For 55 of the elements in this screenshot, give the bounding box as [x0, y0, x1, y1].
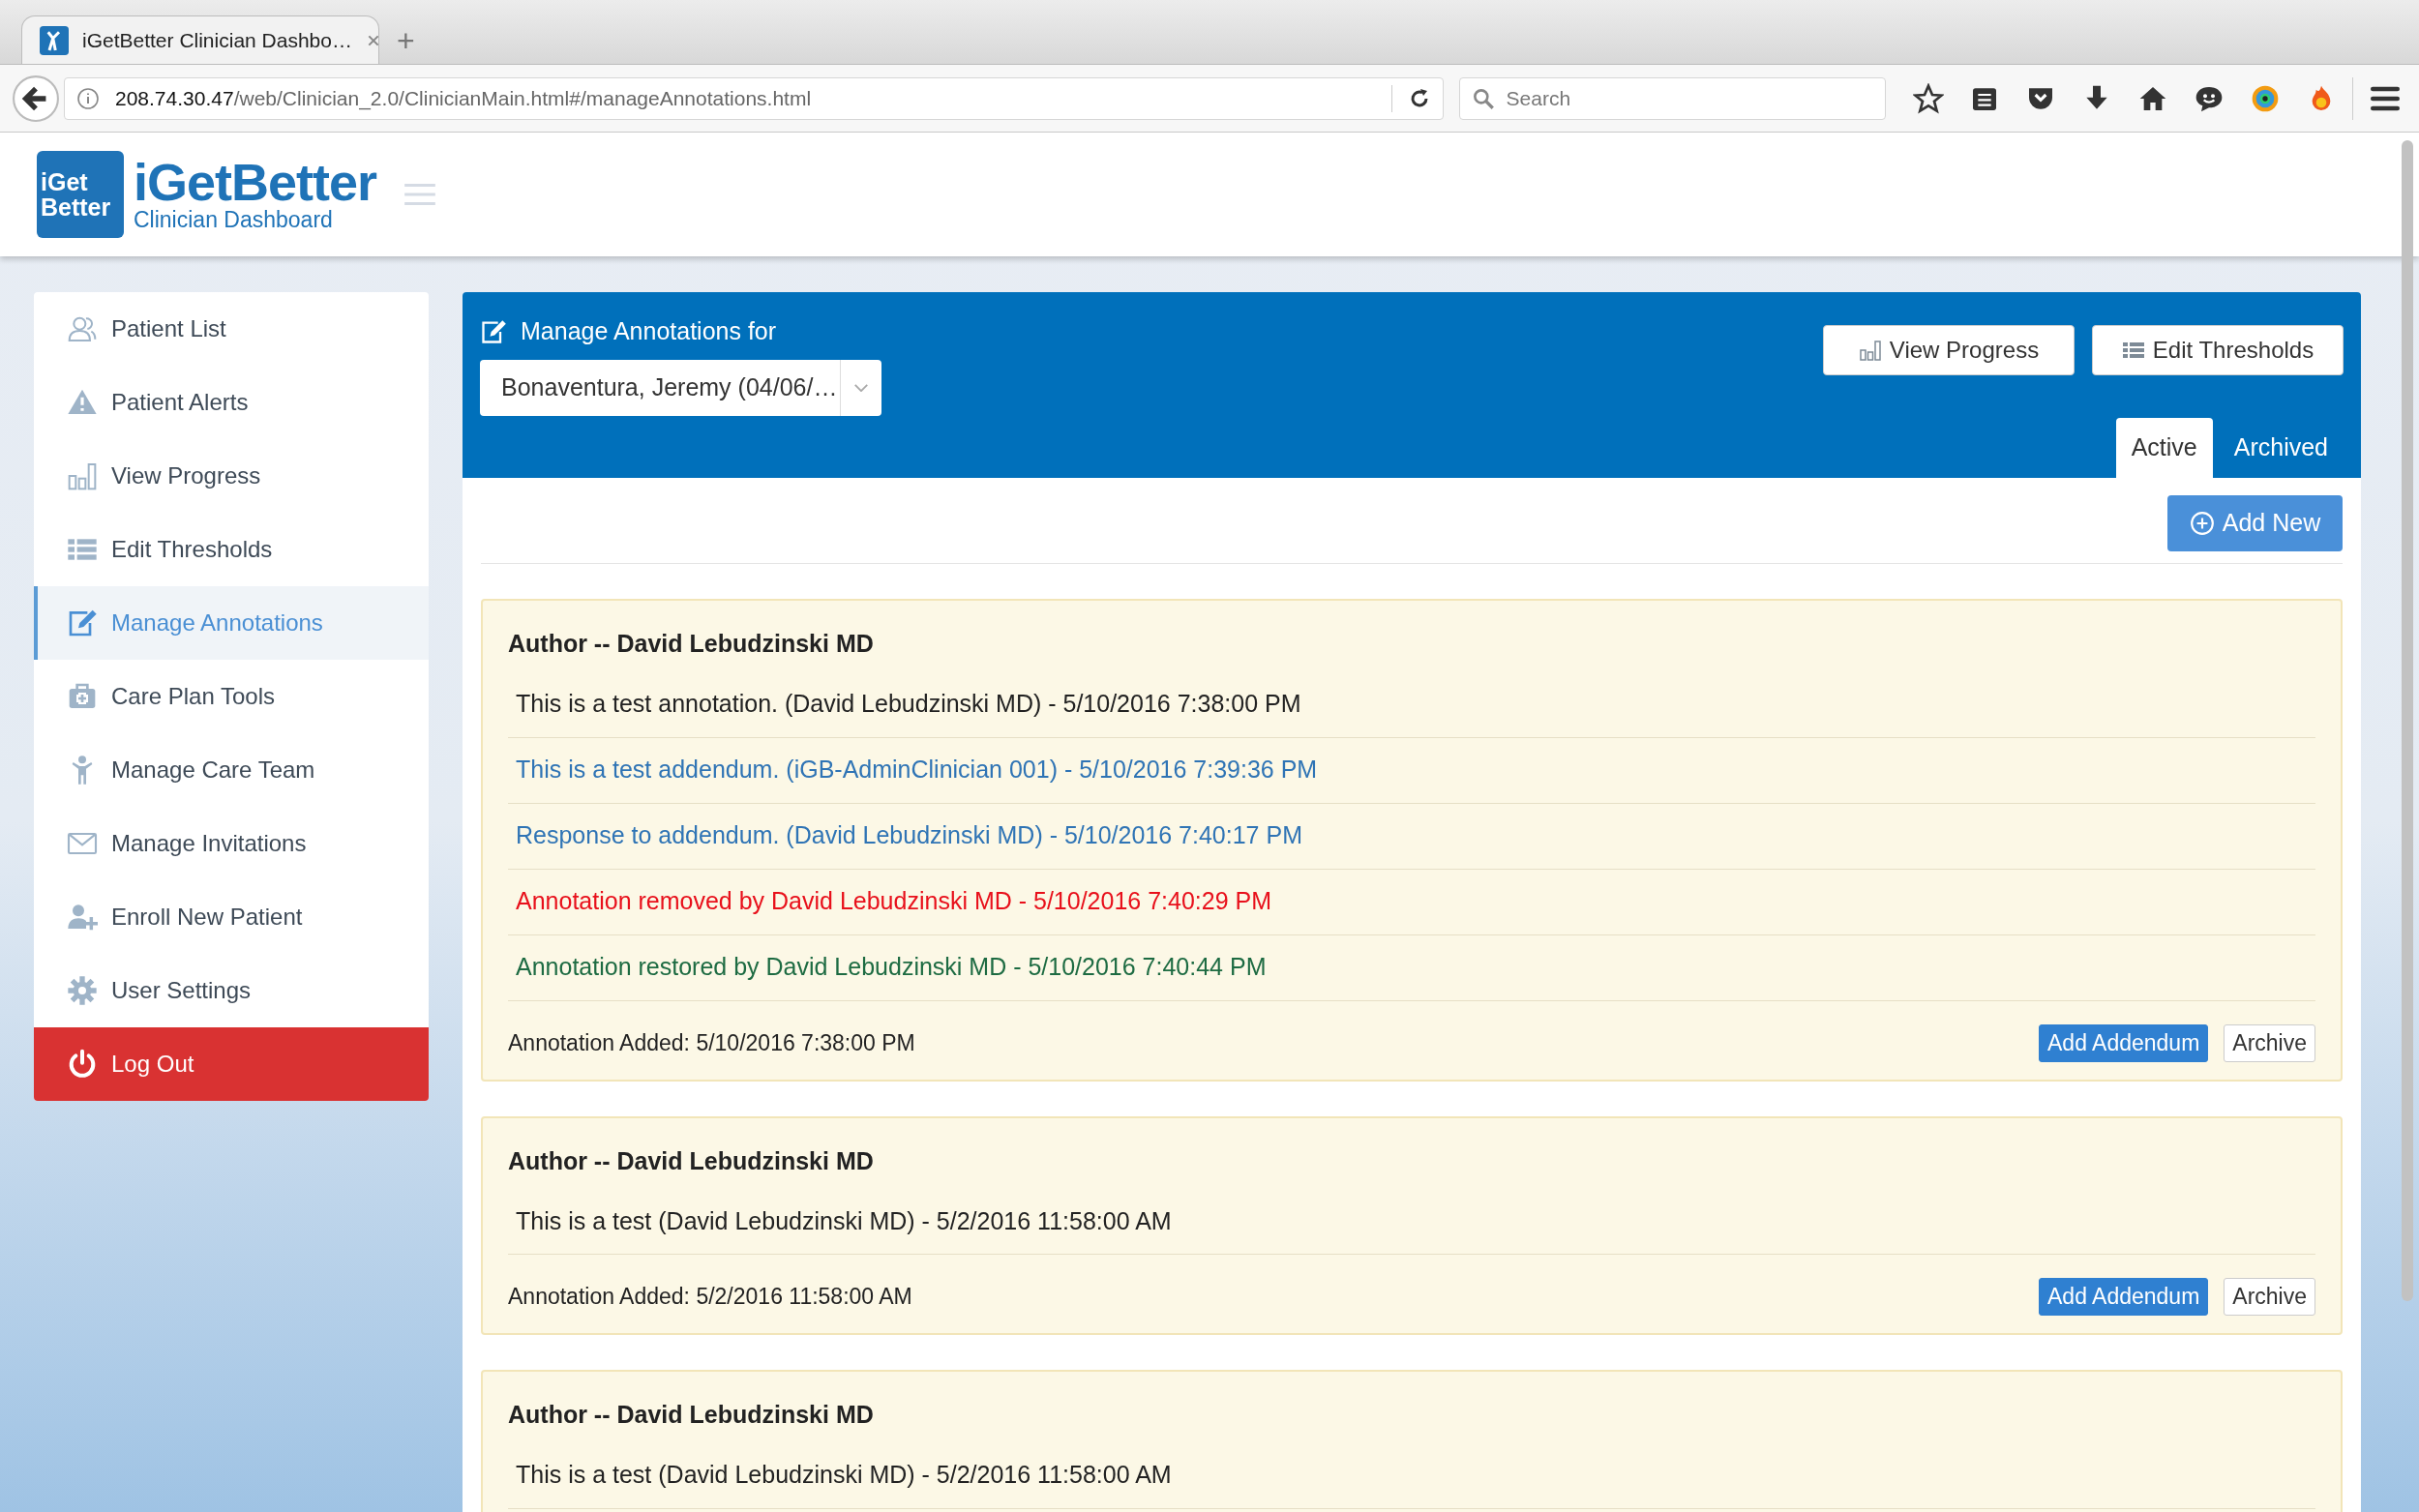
annotation-entry: This is a test addendum. (iGB-AdminClinician 001) - 5/10/2016 7:39:36 PM [508, 737, 2315, 804]
edit-icon [67, 608, 98, 638]
bar-chart-icon [67, 460, 98, 491]
sidebar-item[interactable]: Patient List [34, 292, 429, 366]
annotation-entry: This is a test (David Lebudzinski MD) - 5/2/2016 11:58:00 AM [508, 1189, 2315, 1255]
archive-button[interactable]: Archive [2224, 1278, 2315, 1316]
edit-icon [480, 317, 507, 345]
logout-button[interactable]: Log Out [34, 1027, 429, 1101]
add-user-icon [67, 902, 98, 933]
gear-icon [67, 975, 98, 1006]
add-addendum-button[interactable]: Add Addendum [2039, 1278, 2209, 1316]
tab[interactable]: Archived [2218, 418, 2344, 478]
sidebar-item[interactable]: Manage Care Team [34, 733, 429, 807]
annotation-author: Author -- David Lebudzinski MD [508, 629, 875, 659]
annotation-author: Author -- David Lebudzinski MD [508, 1145, 875, 1176]
sidebar-item[interactable]: Care Plan Tools [34, 660, 429, 733]
tab[interactable]: Active [2115, 418, 2213, 478]
header-button[interactable]: Edit Thresholds [2092, 325, 2344, 375]
favicon-icon [40, 25, 69, 55]
bookmark-star-icon[interactable] [1913, 82, 1944, 114]
annotation-entry: Annotation restored by David Lebudzinski MD - 5/10/2016 7:40:44 PM [508, 934, 2315, 1001]
browser-tab[interactable]: iGetBetter Clinician Dashbo… [21, 15, 379, 64]
bar-chart-icon [1858, 339, 1882, 362]
scrollbar[interactable] [2402, 140, 2413, 1301]
sidebar-item[interactable]: Patient Alerts [34, 366, 429, 439]
plus-circle-icon [2189, 511, 2215, 536]
chevron-down-icon [854, 383, 868, 392]
search-field[interactable]: Search [1458, 76, 1886, 120]
annotation-entry: Response to addendum. (David Lebudzinski MD) - 5/10/2016 7:40:17 PM [508, 803, 2315, 870]
panel-title: Manage Annotations for [521, 316, 777, 346]
annotation-date: Annotation Added: 5/10/2016 7:38:00 PM [508, 1028, 915, 1057]
annotation-date: Annotation Added: 5/2/2016 11:58:00 AM [508, 1283, 912, 1312]
address-bar[interactable]: 208.74.30.47/web/Clinician_2.0/ClinicianMain.html#/manageAnnotations.html [64, 76, 1444, 120]
logo-badge-text: iGet [41, 169, 88, 194]
annotation-entry: Annotation removed by David Lebudzinski MD - 5/10/2016 7:40:29 PM [508, 869, 2315, 935]
url-text: 208.74.30.47/web/Clinician_2.0/ClinicianMain.html#/manageAnnotations.html [115, 85, 813, 112]
header-button[interactable]: View Progress [1823, 325, 2075, 375]
sidebar-item[interactable]: Manage Invitations [34, 807, 429, 880]
info-icon [76, 86, 100, 110]
logo-badge-text: Better [41, 194, 111, 220]
sidebar-item[interactable]: View Progress [34, 439, 429, 513]
tab-title: iGetBetter Clinician Dashbo… [82, 27, 352, 53]
sidebar-item[interactable]: Enroll New Patient [34, 880, 429, 954]
sidebar-item[interactable]: Edit Thresholds [34, 513, 429, 586]
logo-name: iGetBetter [134, 157, 377, 207]
sidebar-item[interactable]: User Settings [34, 954, 429, 1027]
annotation-entry: This is a test (David Lebudzinski MD) - 5/2/2016 11:58:00 AM [508, 1442, 2315, 1509]
annotation-author: Author -- David Lebudzinski MD [508, 1400, 875, 1430]
back-icon[interactable] [12, 74, 60, 123]
add-addendum-button[interactable]: Add Addendum [2039, 1023, 2209, 1062]
power-icon [67, 1049, 98, 1080]
logo-subtitle: Clinician Dashboard [134, 207, 334, 232]
annotation-entry: This is a test annotation. (David Lebudzinski MD) - 5/10/2016 7:38:00 PM [508, 671, 2315, 738]
patient-select[interactable]: Bonaventura, Jeremy (04/06/… [480, 359, 881, 416]
archive-button[interactable]: Archive [2224, 1023, 2315, 1062]
